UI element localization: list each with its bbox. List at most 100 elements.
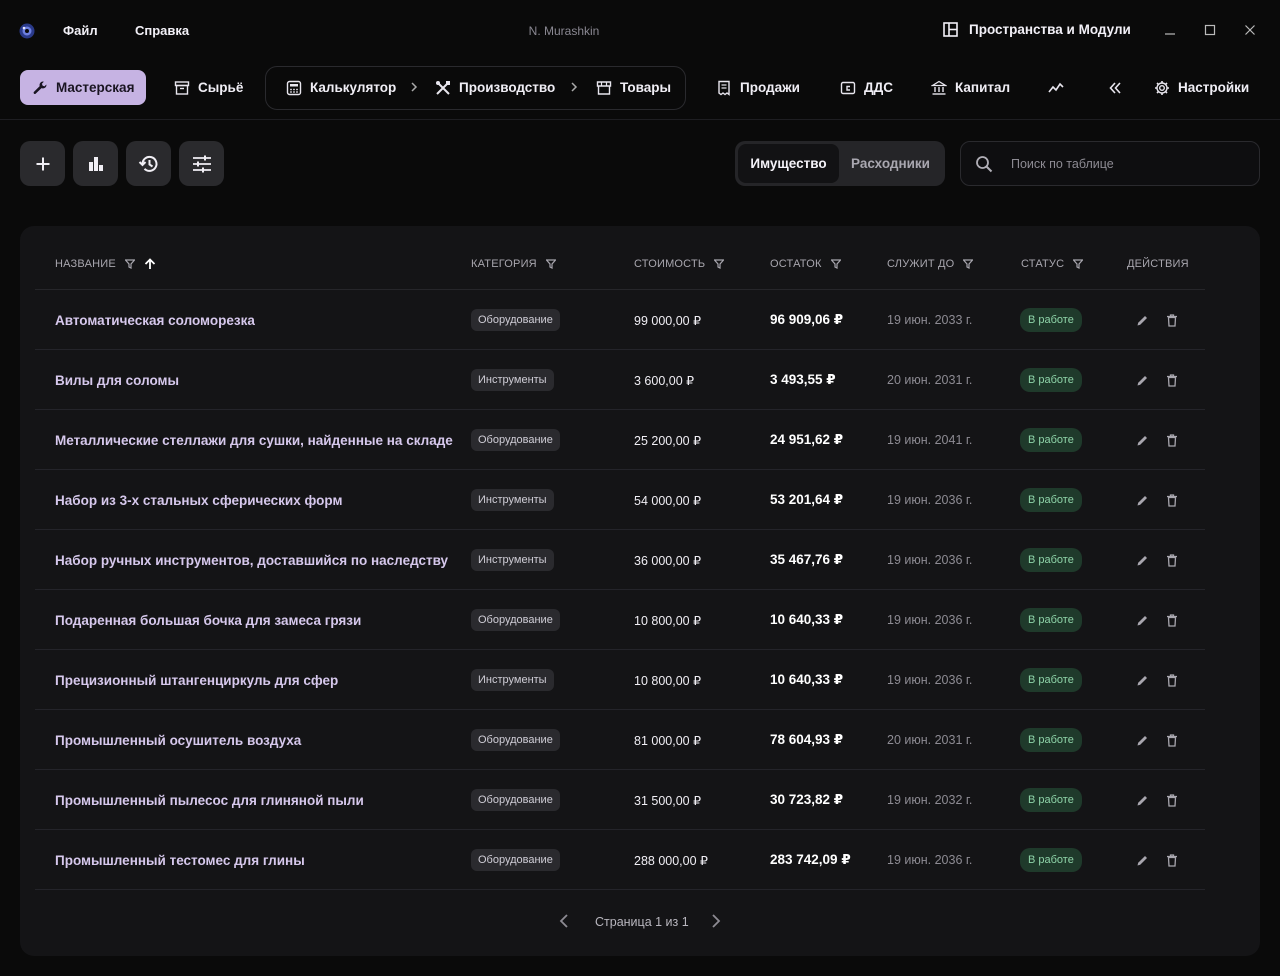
asset-name[interactable]: Металлические стеллажи для сушки, найден… xyxy=(55,410,453,470)
asset-name[interactable]: Промышленный осушитель воздуха xyxy=(55,710,301,770)
edit-button[interactable] xyxy=(1135,853,1149,867)
nav-analytics[interactable] xyxy=(1036,70,1076,105)
filter-icon[interactable] xyxy=(714,259,725,269)
trash-icon xyxy=(1167,793,1177,807)
edit-button[interactable] xyxy=(1135,733,1149,747)
edit-button[interactable] xyxy=(1135,793,1149,807)
header-status[interactable]: Статус xyxy=(1021,258,1084,270)
table-row[interactable]: Промышленный пылесос для глиняной пыли О… xyxy=(35,770,1205,830)
nav-settings[interactable]: Настройки xyxy=(1142,70,1261,105)
table-row[interactable]: Автоматическая соломорезка Оборудование … xyxy=(35,290,1205,350)
close-window-button[interactable] xyxy=(1240,20,1260,40)
nav-calculator[interactable]: Калькулятор xyxy=(274,70,408,105)
asset-name[interactable]: Подаренная большая бочка для замеса гряз… xyxy=(55,590,361,650)
delete-button[interactable] xyxy=(1165,733,1179,747)
filter-icon[interactable] xyxy=(963,259,974,269)
minimize-icon xyxy=(1165,33,1175,35)
asset-name[interactable]: Промышленный пылесос для глиняной пыли xyxy=(55,770,364,830)
edit-button[interactable] xyxy=(1135,553,1149,567)
delete-button[interactable] xyxy=(1165,493,1179,507)
history-button[interactable] xyxy=(126,141,171,186)
maximize-button[interactable] xyxy=(1200,20,1220,40)
table-row[interactable]: Промышленный осушитель воздуха Оборудова… xyxy=(35,710,1205,770)
nav-workshop[interactable]: Мастерская xyxy=(20,70,147,105)
cost-value: 3 600,00 ₽ xyxy=(634,373,695,388)
nav-capital[interactable]: Капитал xyxy=(919,70,1022,105)
cost-value: 81 000,00 ₽ xyxy=(634,733,702,748)
delete-button[interactable] xyxy=(1165,613,1179,627)
filter-icon[interactable] xyxy=(830,259,841,269)
nav-goods[interactable]: Товары xyxy=(584,70,683,105)
nav-raw[interactable]: Сырьё xyxy=(162,70,255,105)
nav-dds[interactable]: ДДС xyxy=(828,70,905,105)
header-category[interactable]: Категория xyxy=(471,258,556,270)
tab-property[interactable]: Имущество xyxy=(738,144,839,183)
statistics-button[interactable] xyxy=(73,141,118,186)
remainder-value: 283 742,09 ₽ xyxy=(770,852,851,867)
table-row[interactable]: Прецизионный штангенциркуль для сфер Инс… xyxy=(35,650,1205,710)
edit-button[interactable] xyxy=(1135,493,1149,507)
pencil-icon xyxy=(1137,795,1147,805)
table-row[interactable]: Набор ручных инструментов, доставшийся п… xyxy=(35,530,1205,590)
delete-button[interactable] xyxy=(1165,793,1179,807)
header-serves-until[interactable]: Служит до xyxy=(887,258,974,270)
sort-ascending-icon[interactable] xyxy=(144,258,156,270)
delete-button[interactable] xyxy=(1165,373,1179,387)
table-row[interactable]: Подаренная большая бочка для замеса гряз… xyxy=(35,590,1205,650)
filter-icon[interactable] xyxy=(545,259,556,269)
remainder-value: 96 909,06 ₽ xyxy=(770,312,844,327)
serves-until-date: 19 июн. 2036 г. xyxy=(887,493,973,507)
asset-name[interactable]: Вилы для соломы xyxy=(55,350,179,410)
page-indicator: Страница 1 из 1 xyxy=(595,915,689,929)
search-input[interactable] xyxy=(1011,154,1241,174)
trend-icon xyxy=(1048,82,1064,92)
row-actions xyxy=(1135,590,1179,650)
nav-sales[interactable]: Продажи xyxy=(704,70,812,105)
pencil-icon xyxy=(1137,375,1147,385)
table-row[interactable]: Промышленный тестомес для глины Оборудов… xyxy=(35,830,1205,890)
minimize-button[interactable] xyxy=(1160,20,1180,40)
asset-name[interactable]: Автоматическая соломорезка xyxy=(55,290,255,350)
edit-button[interactable] xyxy=(1135,313,1149,327)
edit-button[interactable] xyxy=(1135,673,1149,687)
filters-button[interactable] xyxy=(179,141,224,186)
delete-button[interactable] xyxy=(1165,433,1179,447)
spaces-modules-button[interactable]: Пространства и Модули xyxy=(943,22,1131,37)
chevron-right-icon[interactable] xyxy=(708,913,722,929)
tab-consumables[interactable]: Расходники xyxy=(839,144,942,183)
table-row[interactable]: Металлические стеллажи для сушки, найден… xyxy=(35,410,1205,470)
edit-button[interactable] xyxy=(1135,433,1149,447)
edit-button[interactable] xyxy=(1135,613,1149,627)
collapse-nav-button[interactable] xyxy=(1095,70,1135,105)
asset-name[interactable]: Прецизионный штангенциркуль для сфер xyxy=(55,650,338,710)
asset-name[interactable]: Набор ручных инструментов, доставшийся п… xyxy=(55,530,448,590)
status-cell: В работе xyxy=(1020,530,1082,590)
header-cost[interactable]: Стоимость xyxy=(634,258,725,270)
asset-name[interactable]: Промышленный тестомес для глины xyxy=(55,830,305,890)
filter-icon[interactable] xyxy=(124,259,135,269)
table-row[interactable]: Вилы для соломы Инструменты 3 600,00 ₽ 3… xyxy=(35,350,1205,410)
header-name[interactable]: Название xyxy=(55,258,156,270)
category-badge: Оборудование xyxy=(471,789,560,811)
nav-production[interactable]: Производство xyxy=(423,70,567,105)
header-remainder[interactable]: Остаток xyxy=(770,258,841,270)
filter-icon[interactable] xyxy=(1073,259,1084,269)
category-badge: Оборудование xyxy=(471,849,560,871)
pencil-icon xyxy=(1137,735,1147,745)
edit-button[interactable] xyxy=(1135,373,1149,387)
delete-button[interactable] xyxy=(1165,853,1179,867)
cost-value: 99 000,00 ₽ xyxy=(634,313,702,328)
table-row[interactable]: Набор из 3-х стальных сферических форм И… xyxy=(35,470,1205,530)
cost-value: 25 200,00 ₽ xyxy=(634,433,702,448)
category-cell: Оборудование xyxy=(471,290,560,350)
archive-icon xyxy=(174,80,190,95)
chevron-left-icon[interactable] xyxy=(558,913,572,929)
remainder-value: 10 640,33 ₽ xyxy=(770,672,844,687)
asset-name[interactable]: Набор из 3-х стальных сферических форм xyxy=(55,470,342,530)
delete-button[interactable] xyxy=(1165,313,1179,327)
add-button[interactable] xyxy=(20,141,65,186)
row-actions xyxy=(1135,530,1179,590)
delete-button[interactable] xyxy=(1165,673,1179,687)
trash-icon xyxy=(1167,433,1177,447)
delete-button[interactable] xyxy=(1165,553,1179,567)
